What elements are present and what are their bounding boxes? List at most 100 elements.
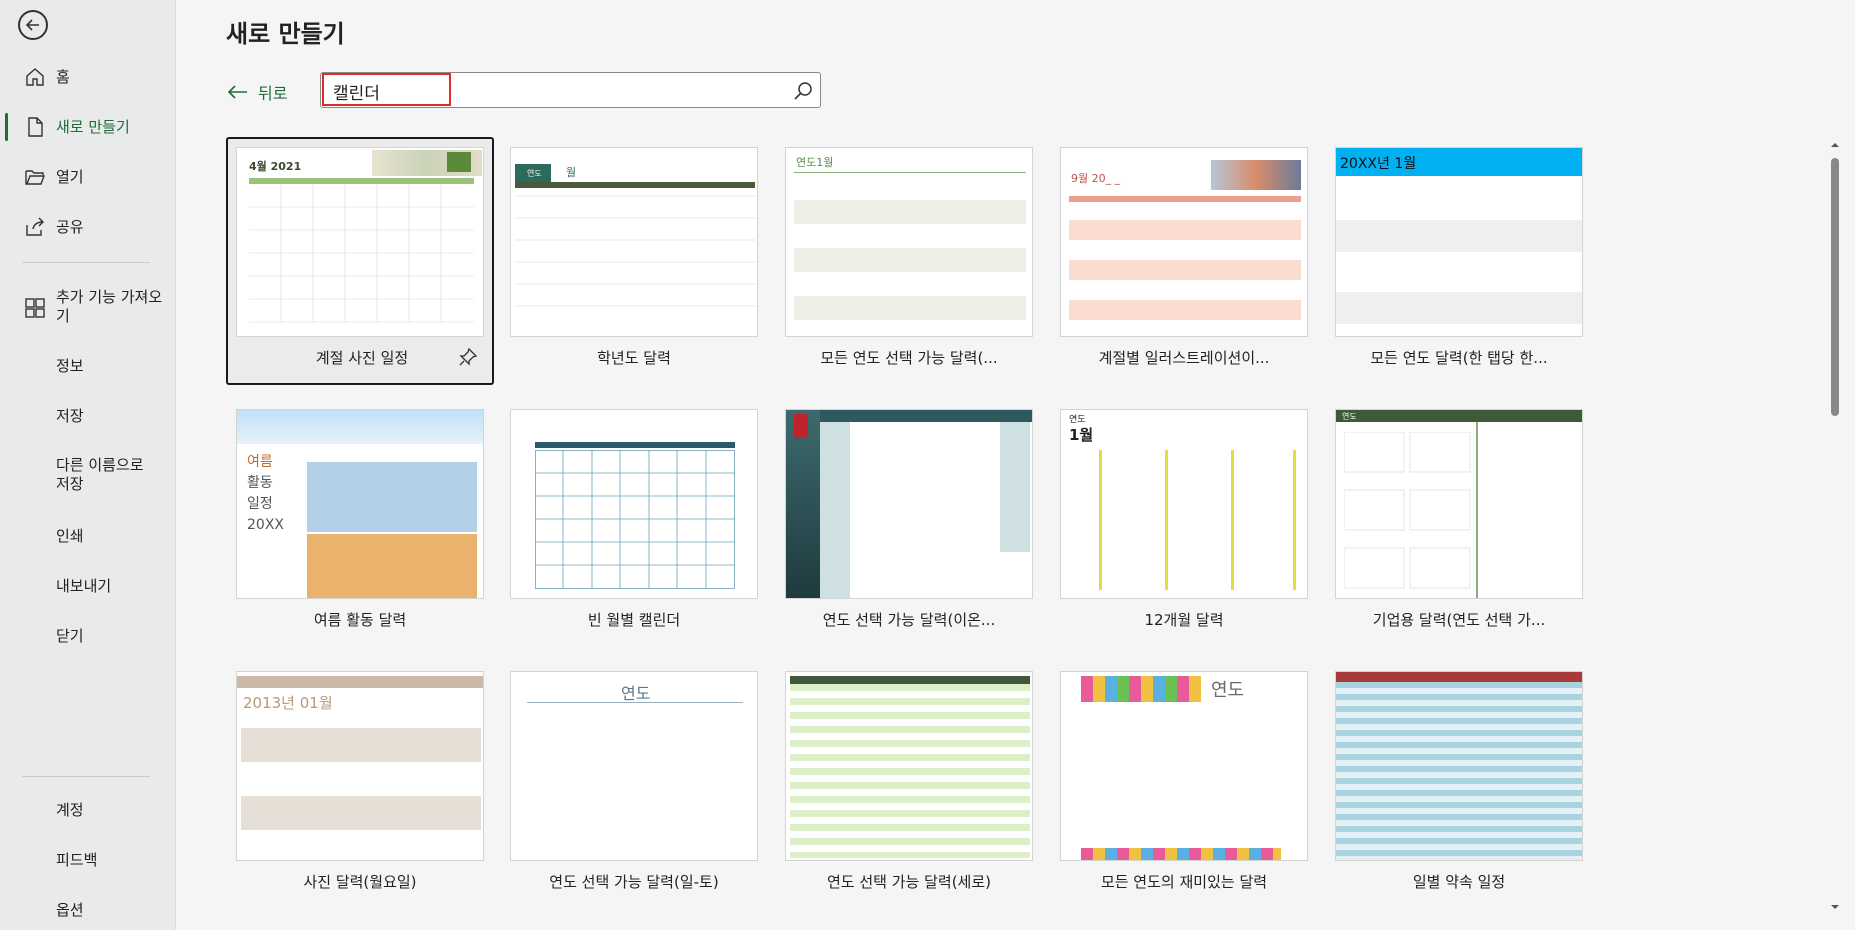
template-label: 모든 연도의 재미있는 달력: [1100, 873, 1268, 891]
template-label: 연도 선택 가능 달력(이온...: [822, 611, 996, 629]
nav-close-label: 닫기: [56, 626, 84, 645]
thumb-band: [1336, 220, 1582, 252]
nav-open[interactable]: 열기: [0, 157, 175, 197]
nav-share[interactable]: 공유: [0, 207, 175, 247]
template-thumbnail: 연도1월: [785, 147, 1033, 337]
thumb-title: 20XX년 1월: [1340, 156, 1417, 172]
back-link[interactable]: 뒤로: [228, 80, 287, 104]
nav-new-label: 새로 만들기: [56, 117, 130, 136]
thumb-band: [241, 728, 481, 762]
search-box: [320, 72, 821, 108]
arrow-left-icon: [228, 85, 247, 99]
pin-icon[interactable]: [458, 347, 478, 367]
template-tile-portrait[interactable]: 연도 선택 가능 달력(세로): [775, 661, 1043, 909]
back-button[interactable]: [18, 10, 48, 40]
nav-save[interactable]: 저장: [0, 396, 175, 436]
thumb-mini-calendars: [1344, 432, 1471, 589]
thumb-divider-yellow: [1099, 450, 1102, 590]
template-tile-photo-monday[interactable]: 2013년 01월 사진 달력(월요일): [226, 661, 494, 909]
scroll-thumb[interactable]: [1831, 158, 1839, 416]
template-tile-any-year-1[interactable]: 연도1월 모든 연도 선택 가능 달력(...: [775, 137, 1043, 385]
thumb-sky-illustration: [237, 410, 483, 444]
search-input[interactable]: [331, 79, 775, 103]
thumb-title: 2013년 01월: [243, 694, 333, 712]
thumb-header-bar: [790, 676, 1030, 684]
nav-account-label: 계정: [56, 800, 84, 819]
template-thumbnail: [785, 409, 1033, 599]
thumb-month-label: 월: [566, 166, 577, 179]
thumb-title: 연도1월: [796, 156, 834, 169]
nav-info[interactable]: 정보: [0, 346, 175, 386]
nav-add-ins-label: 추가 기능 가져오기: [56, 288, 163, 325]
thumb-grid: [249, 184, 474, 323]
thumb-divider: [1476, 422, 1478, 598]
thumb-year-label: 연도: [527, 169, 542, 178]
template-tile-daily-appointments[interactable]: 일별 약속 일정: [1325, 661, 1593, 909]
nav-feedback[interactable]: 피드백: [0, 840, 175, 880]
template-tile-sun-sat[interactable]: 연도 연도 선택 가능 달력(일-토): [500, 661, 768, 909]
thumb-flower-banner: [1081, 676, 1201, 702]
template-thumbnail: 연도: [510, 671, 758, 861]
thumb-grid: [515, 195, 755, 307]
thumb-header-bar: [1336, 410, 1582, 422]
thumb-header-bar: [535, 442, 735, 448]
template-tile-ion-yearly[interactable]: 연도 선택 가능 달력(이온...: [775, 399, 1043, 647]
template-label: 연도 선택 가능 달력(일-토): [549, 873, 719, 891]
nav-home[interactable]: 홈: [0, 57, 175, 97]
template-tile-seasonal-illustration[interactable]: 9월 20_ _ 계절별 일러스트레이션이...: [1050, 137, 1318, 385]
template-tile-fun-any-year[interactable]: 연도 모든 연도의 재미있는 달력: [1050, 661, 1318, 909]
open-folder-icon: [25, 170, 46, 185]
thumb-bookmark: [794, 414, 808, 438]
nav-save-as[interactable]: 다른 이름으로 저장: [0, 446, 175, 506]
thumb-band: [794, 248, 1026, 272]
template-label: 빈 월별 캘린더: [587, 611, 681, 629]
nav-options[interactable]: 옵션: [0, 890, 175, 930]
nav-share-label: 공유: [56, 217, 84, 236]
thumb-band: [1069, 220, 1301, 240]
template-tile-any-year-per-tab[interactable]: 20XX년 1월 모든 연도 달력(한 탭당 한...: [1325, 137, 1593, 385]
template-thumbnail: [785, 671, 1033, 861]
thumb-header-bar: [820, 410, 1032, 422]
template-tile-seasonal-photo[interactable]: 4월 2021 계절 사진 일정: [226, 137, 494, 385]
thumb-divider-yellow: [1293, 450, 1296, 590]
sidebar-divider: [22, 262, 150, 263]
thumb-header-bar: [515, 182, 755, 188]
thumb-band: [1069, 300, 1301, 320]
scroll-up-icon[interactable]: [1830, 140, 1840, 150]
nav-options-label: 옵션: [56, 900, 84, 919]
template-tile-school-year[interactable]: 연도 월 학년도 달력: [500, 137, 768, 385]
nav-close[interactable]: 닫기: [0, 616, 175, 656]
nav-add-ins[interactable]: 추가 기능 가져오기: [0, 285, 175, 335]
template-label: 연도 선택 가능 달력(세로): [826, 873, 991, 891]
template-label: 모든 연도 달력(한 탭당 한...: [1370, 349, 1548, 367]
thumb-grid: [535, 450, 735, 589]
template-tile-12-month[interactable]: 연도 1월 12개월 달력: [1050, 399, 1318, 647]
template-label: 일별 약속 일정: [1412, 873, 1506, 891]
thumb-band: [1336, 292, 1582, 324]
nav-account[interactable]: 계정: [0, 790, 175, 830]
template-tile-blank-monthly[interactable]: 빈 월별 캘린더: [500, 399, 768, 647]
nav-new[interactable]: 새로 만들기: [0, 107, 175, 147]
search-icon[interactable]: [792, 80, 814, 102]
thumb-title: 연도: [621, 684, 651, 703]
thumb-title-line: 20XX: [247, 517, 284, 533]
thumb-title: 4월 2021: [249, 160, 302, 173]
template-thumbnail: 여름 활동 일정 20XX: [236, 409, 484, 599]
nav-export-label: 내보내기: [56, 576, 112, 595]
home-icon: [26, 68, 44, 86]
template-tile-business[interactable]: 연도 기업용 달력(연도 선택 가...: [1325, 399, 1593, 647]
template-label: 모든 연도 선택 가능 달력(...: [820, 349, 998, 367]
nav-home-label: 홈: [56, 67, 70, 86]
thumb-title-line: 여름: [247, 454, 273, 470]
template-label: 여름 활동 달력: [313, 611, 407, 629]
nav-export[interactable]: 내보내기: [0, 566, 175, 606]
nav-save-as-label: 다른 이름으로 저장: [56, 456, 144, 493]
scroll-down-icon[interactable]: [1830, 902, 1840, 912]
template-tile-summer-activity[interactable]: 여름 활동 일정 20XX 여름 활동 달력: [226, 399, 494, 647]
nav-info-label: 정보: [56, 356, 84, 375]
thumb-title-line: 일정: [247, 496, 273, 512]
nav-print[interactable]: 인쇄: [0, 516, 175, 556]
thumb-side-panel: [786, 410, 820, 598]
vertical-scrollbar[interactable]: [1828, 138, 1842, 914]
template-thumbnail: 9월 20_ _: [1060, 147, 1308, 337]
